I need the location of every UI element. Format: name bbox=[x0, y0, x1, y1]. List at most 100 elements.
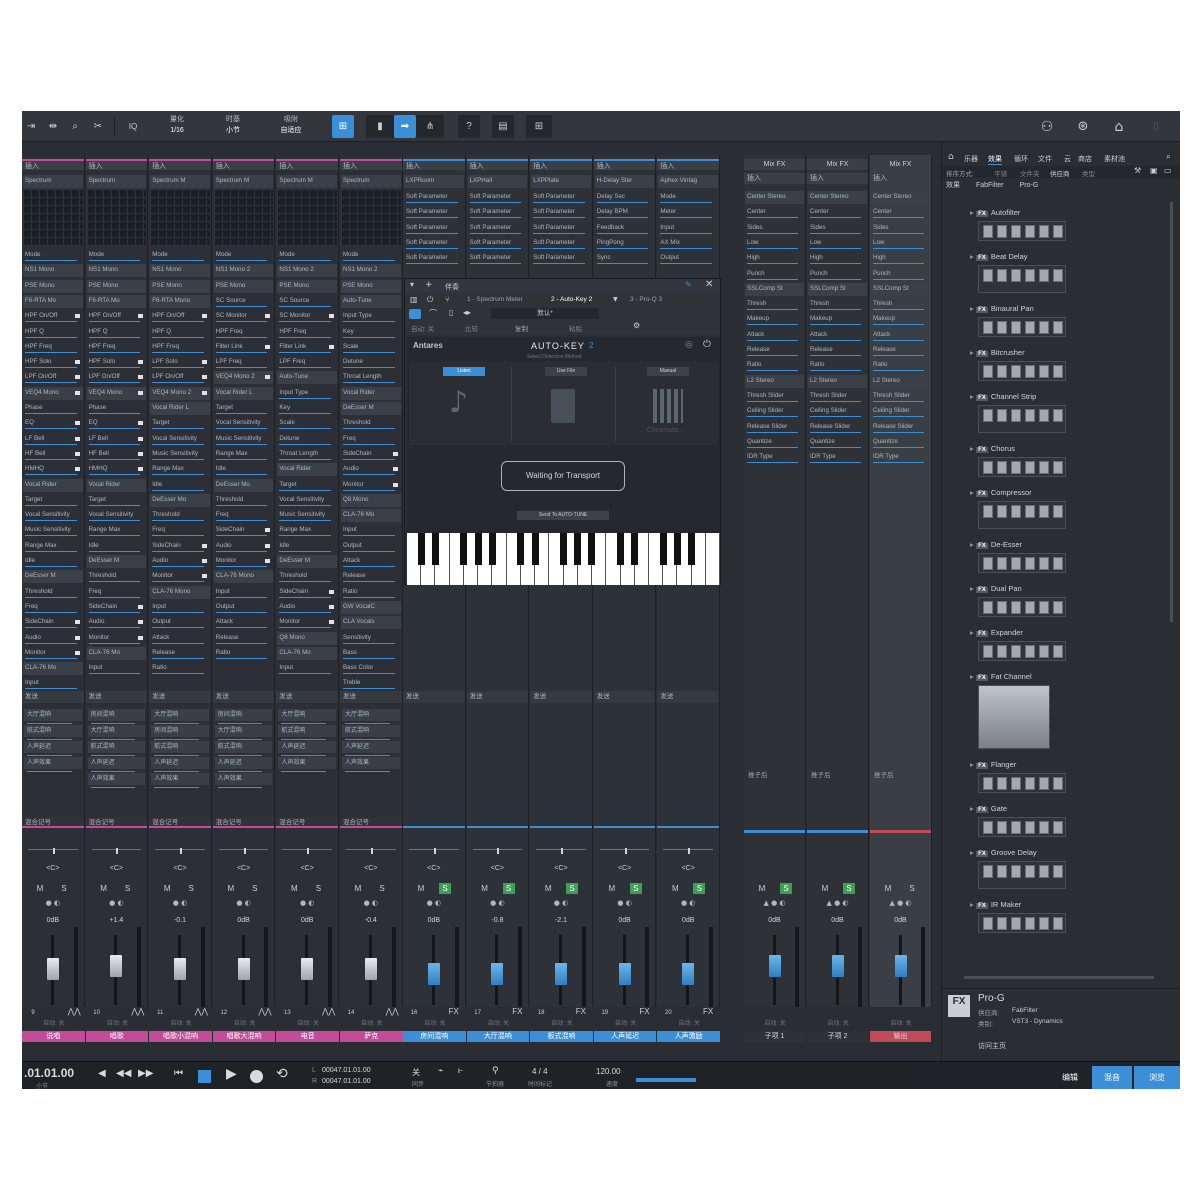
send-slot[interactable]: 大厅混响 bbox=[278, 709, 336, 724]
insert-header[interactable]: 插入 bbox=[276, 159, 338, 170]
param-row[interactable]: Soft Parameter bbox=[404, 252, 464, 265]
black-key[interactable] bbox=[488, 533, 496, 565]
param-row[interactable]: VEQ4 Mono 2 bbox=[213, 371, 274, 385]
solo-button[interactable]: S bbox=[122, 883, 134, 894]
fx-item[interactable]: ▸ FX Channel Strip bbox=[970, 392, 1036, 401]
param-row[interactable]: Auto-Tune bbox=[341, 294, 401, 308]
param-row[interactable]: Phase bbox=[23, 402, 83, 415]
param-row[interactable]: Ratio bbox=[150, 662, 210, 675]
param-row[interactable]: PSE Mono bbox=[150, 279, 210, 293]
fader-knob[interactable] bbox=[46, 957, 59, 980]
param-row[interactable]: Attack bbox=[745, 329, 804, 342]
param-row[interactable]: Scale bbox=[341, 341, 401, 354]
param-row[interactable]: Makeup bbox=[745, 313, 804, 326]
param-row[interactable]: Vocal Rider bbox=[277, 463, 337, 477]
send-slot[interactable]: 人声延迟 bbox=[24, 741, 82, 756]
solo-button[interactable]: S bbox=[906, 883, 918, 894]
param-row[interactable]: Makeup bbox=[871, 313, 930, 326]
param-row[interactable]: Idle bbox=[87, 540, 147, 553]
send-slot[interactable]: 人声效果 bbox=[214, 773, 273, 788]
rewind-icon[interactable]: ◀◀ bbox=[116, 1068, 131, 1079]
param-row[interactable]: Idle bbox=[23, 555, 83, 568]
post-fader-label[interactable]: 推子后 bbox=[748, 769, 768, 779]
param-row[interactable]: Vocal Sensitivity bbox=[277, 494, 337, 507]
tab-dropdown-icon[interactable]: ▼ bbox=[613, 296, 618, 303]
param-row[interactable]: Input bbox=[150, 601, 210, 614]
solo-button[interactable]: S bbox=[566, 883, 579, 894]
channel-name[interactable]: 唱歌 bbox=[85, 1031, 149, 1042]
fx-item[interactable]: ▸ FX Expander bbox=[970, 628, 1023, 637]
param-row[interactable]: SideChain bbox=[150, 540, 210, 553]
solo-button[interactable]: S bbox=[693, 883, 706, 894]
param-row[interactable]: Quantize bbox=[745, 436, 804, 449]
param-row[interactable]: Punch bbox=[745, 268, 804, 281]
loop-start[interactable]: 00047.01.01.00 bbox=[322, 1067, 371, 1074]
compare-label[interactable]: 比较 bbox=[465, 323, 478, 333]
param-row[interactable]: Center Stereo bbox=[871, 191, 930, 204]
param-row[interactable]: Low bbox=[808, 237, 867, 250]
send-slot[interactable]: 大厅混响 bbox=[24, 709, 82, 724]
mixfx-header[interactable]: Mix FX bbox=[807, 159, 868, 170]
send-header[interactable]: 发送 bbox=[530, 691, 592, 703]
param-row[interactable]: Soft Parameter bbox=[531, 191, 591, 204]
param-row[interactable]: LPF On/Off bbox=[23, 371, 83, 384]
insert-header[interactable]: 插入 bbox=[593, 159, 656, 170]
param-row[interactable]: Low bbox=[745, 237, 804, 250]
insert-plugin[interactable]: LXPPlate bbox=[531, 175, 591, 188]
browser-tab-cloud[interactable]: 云 bbox=[1064, 154, 1071, 164]
insert-plugin[interactable]: Spectrum bbox=[86, 175, 147, 188]
param-row[interactable]: Thresh Slider bbox=[808, 390, 867, 403]
send-slot[interactable]: 房间混响 bbox=[214, 709, 273, 724]
param-row[interactable]: Release Slider bbox=[745, 421, 804, 434]
param-row[interactable]: Release bbox=[214, 632, 274, 645]
param-row[interactable]: Sides bbox=[745, 222, 804, 235]
param-row[interactable]: Makeup bbox=[808, 313, 867, 326]
insert-header[interactable]: 插入 bbox=[22, 159, 84, 170]
nav-edit[interactable]: 编辑 bbox=[1050, 1066, 1090, 1089]
param-row[interactable]: F6-RTA Mo bbox=[86, 294, 147, 308]
param-row[interactable]: SideChain bbox=[214, 524, 274, 537]
param-row[interactable]: Soft Parameter bbox=[404, 206, 464, 219]
browser-tab-shop[interactable]: 商店 bbox=[1078, 154, 1092, 164]
channel-name[interactable]: 人声延迟 bbox=[593, 1031, 657, 1042]
param-row[interactable]: Output bbox=[150, 616, 210, 629]
split-icon[interactable]: ⋔ bbox=[420, 115, 440, 138]
param-row[interactable]: Threshold bbox=[87, 570, 147, 583]
solo-button[interactable]: S bbox=[439, 883, 451, 894]
send-slot[interactable]: 人声延迟 bbox=[151, 757, 209, 772]
param-row[interactable]: Center bbox=[871, 206, 930, 219]
plugin-tab-1[interactable]: 1 - Spectrum Meter bbox=[467, 296, 523, 303]
mute-button[interactable]: M bbox=[34, 883, 46, 894]
send-header[interactable]: 发送 bbox=[403, 691, 465, 703]
solo-button[interactable]: S bbox=[843, 883, 855, 894]
bus-name[interactable]: 输出 bbox=[870, 1031, 931, 1042]
param-row[interactable]: Vocal Sensitivity bbox=[150, 433, 210, 446]
param-row[interactable]: Vocal Sensitivity bbox=[87, 509, 147, 522]
mute-button[interactable]: M bbox=[542, 883, 554, 894]
param-row[interactable]: Sensitivity bbox=[341, 632, 401, 645]
param-row[interactable]: Output bbox=[214, 601, 274, 614]
automation-mode[interactable]: 自动: 关 bbox=[594, 1018, 658, 1030]
insert-plugin[interactable]: Spectrum bbox=[341, 175, 401, 188]
param-row[interactable]: Audio bbox=[150, 555, 210, 568]
solo-button[interactable]: S bbox=[629, 883, 642, 894]
record-monitor-icons[interactable]: ● ◐ bbox=[598, 899, 652, 907]
param-row[interactable]: Threshold bbox=[23, 586, 83, 599]
param-row[interactable]: PSE Mono bbox=[341, 279, 401, 293]
record-monitor-icons[interactable]: ● ◐ bbox=[153, 899, 207, 907]
send-header[interactable]: 发送 bbox=[466, 691, 529, 703]
param-row[interactable]: HPF Q bbox=[23, 326, 83, 339]
param-row[interactable]: SSLComp St bbox=[745, 282, 804, 296]
fader-knob[interactable] bbox=[110, 955, 123, 977]
mute-button[interactable]: M bbox=[606, 883, 618, 894]
bypass-icon[interactable] bbox=[409, 309, 421, 319]
param-row[interactable]: Monitor bbox=[277, 616, 337, 629]
fx-item[interactable]: ▸ FX Binaural Pan bbox=[970, 304, 1034, 313]
solo-button[interactable]: S bbox=[312, 883, 324, 894]
param-row[interactable]: VEQ4 Mono bbox=[86, 386, 147, 400]
param-row[interactable]: NS1 Mono bbox=[23, 264, 83, 278]
black-key[interactable] bbox=[417, 533, 425, 565]
send-slot[interactable]: 房间混响 bbox=[87, 709, 146, 724]
solo-button[interactable]: S bbox=[58, 883, 70, 894]
timebase-select[interactable]: 时基 小节 bbox=[218, 114, 248, 136]
